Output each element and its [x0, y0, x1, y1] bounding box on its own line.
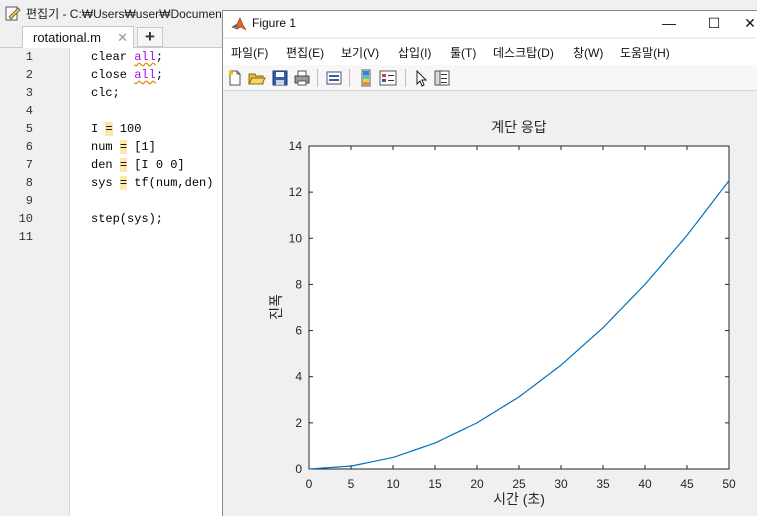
editor-title: 편집기 - C:₩Users₩user₩Documents	[26, 6, 232, 21]
figure-toolbar	[223, 65, 757, 91]
x-tick-label: 15	[428, 477, 442, 491]
close-button[interactable]: ✕	[738, 11, 757, 35]
x-tick-label: 25	[512, 477, 526, 491]
y-tick-label: 14	[289, 139, 303, 153]
code-line-2[interactable]: close all;	[91, 68, 163, 82]
y-tick-label: 6	[295, 324, 302, 338]
open-file-icon[interactable]	[248, 69, 266, 87]
code-line-6[interactable]: num = [1]	[91, 140, 156, 154]
y-tick-label: 4	[295, 370, 302, 384]
figure-window: Figure 1 — ☐ ✕ 파일(F) 편집(E) 보기(V) 삽입(I) 툴…	[222, 10, 757, 516]
y-axis-label: 진폭	[268, 294, 284, 320]
step-response-chart[interactable]: 0 5 10 15 20 25 30 35 40 45 50 0 2 4 6 8 10 12 14 계단 응답 시간…	[223, 92, 757, 516]
line-number: 7	[25, 158, 33, 172]
x-tick-label: 30	[554, 477, 568, 491]
line-number: 2	[25, 68, 33, 82]
chart-title: 계단 응답	[491, 119, 547, 135]
code-line-10[interactable]: step(sys);	[91, 212, 163, 226]
menu-insert[interactable]: 삽입(I)	[398, 44, 431, 61]
x-tick-label: 35	[596, 477, 610, 491]
menu-edit[interactable]: 편집(E)	[286, 44, 324, 61]
line-number: 5	[25, 122, 33, 136]
x-tick-label: 50	[722, 477, 736, 491]
x-tick-label: 45	[680, 477, 694, 491]
menu-tools[interactable]: 툴(T)	[450, 44, 476, 61]
figure-titlebar[interactable]: Figure 1 — ☐ ✕	[223, 11, 757, 37]
menu-view[interactable]: 보기(V)	[341, 44, 379, 61]
line-number-gutter: 1 2 3 4 5 6 7 8 9 10 11	[0, 48, 70, 516]
x-tick-label: 20	[470, 477, 484, 491]
editor-app-icon	[5, 6, 21, 21]
line-number: 9	[25, 194, 33, 208]
line-number: 3	[25, 86, 33, 100]
line-number: 6	[25, 140, 33, 154]
code-line-3[interactable]: clc;	[91, 86, 120, 100]
code-editor-area[interactable]: clear all; close all; clc; I = 100 num =…	[71, 48, 231, 516]
figure-canvas[interactable]: 0 5 10 15 20 25 30 35 40 45 50 0 2 4 6 8 10 12 14 계단 응답 시간…	[223, 92, 757, 516]
matlab-logo-icon	[231, 17, 247, 31]
code-line-8[interactable]: sys = tf(num,den)	[91, 176, 213, 190]
link-plot-icon[interactable]	[325, 69, 343, 87]
line-number: 11	[18, 230, 33, 244]
x-tick-label: 0	[306, 477, 313, 491]
y-tick-label: 8	[295, 277, 302, 291]
toolbar-separator	[405, 69, 406, 87]
y-tick-label: 0	[295, 462, 302, 476]
add-tab-button[interactable]: +	[137, 27, 163, 47]
minimize-button[interactable]: —	[650, 11, 688, 35]
code-line-1[interactable]: clear all;	[91, 50, 163, 64]
line-number: 4	[25, 104, 33, 118]
line-number: 10	[18, 212, 33, 226]
line-number: 8	[25, 176, 33, 190]
tab-close-icon[interactable]: ✕	[117, 30, 128, 46]
x-axis-label: 시간 (초)	[493, 491, 545, 507]
code-line-7[interactable]: den = [I 0 0]	[91, 158, 185, 172]
tab-rotational-m[interactable]: rotational.m ✕	[22, 26, 134, 48]
y-tick-label: 2	[295, 416, 302, 430]
toolbar-separator	[349, 69, 350, 87]
maximize-button[interactable]: ☐	[695, 11, 733, 35]
colorbar-icon[interactable]	[357, 69, 375, 87]
menu-window[interactable]: 창(W)	[573, 44, 603, 61]
print-icon[interactable]	[293, 69, 311, 87]
tab-label: rotational.m	[33, 30, 101, 45]
x-tick-label: 10	[386, 477, 400, 491]
line-number: 1	[25, 50, 33, 64]
y-tick-label: 10	[289, 231, 303, 245]
menu-help[interactable]: 도움말(H)	[620, 44, 670, 61]
save-icon[interactable]	[271, 69, 289, 87]
y-tick-label: 12	[289, 185, 303, 199]
plot-area[interactable]	[308, 145, 730, 470]
code-line-5[interactable]: I = 100	[91, 122, 141, 136]
figure-title: Figure 1	[252, 16, 297, 30]
figure-menubar: 파일(F) 편집(E) 보기(V) 삽입(I) 툴(T) 데스크탑(D) 창(W…	[223, 39, 757, 65]
property-inspector-icon[interactable]	[433, 69, 451, 87]
edit-plot-arrow-icon[interactable]	[412, 69, 430, 87]
menu-desktop[interactable]: 데스크탑(D)	[493, 44, 554, 61]
x-tick-label: 5	[348, 477, 355, 491]
legend-icon[interactable]	[379, 69, 397, 87]
toolbar-separator	[317, 69, 318, 87]
x-tick-label: 40	[638, 477, 652, 491]
new-figure-icon[interactable]	[226, 69, 244, 87]
menu-file[interactable]: 파일(F)	[231, 44, 268, 61]
